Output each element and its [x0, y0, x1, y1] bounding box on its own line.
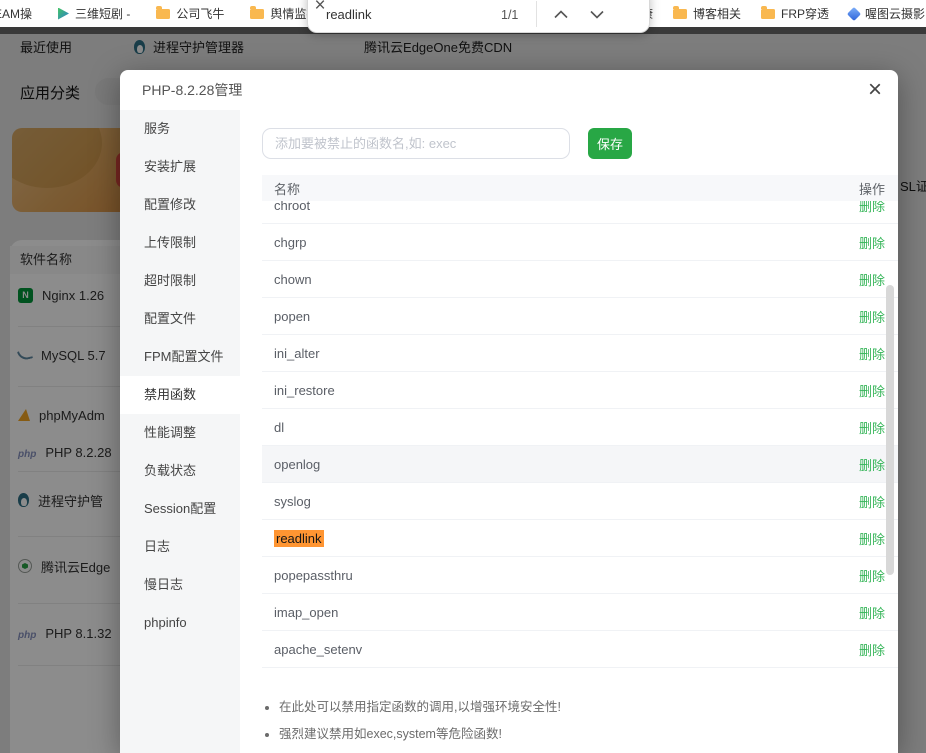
- function-name-input[interactable]: [262, 128, 570, 159]
- bookmark-item[interactable]: EAM操: [0, 5, 32, 22]
- notes-list: 在此处可以禁用指定函数的调用,以增强环境安全性! 强烈建议禁用如exec,sys…: [266, 696, 898, 742]
- delete-link[interactable]: 删除: [859, 492, 885, 511]
- folder-icon: [673, 9, 687, 19]
- sidebar-item[interactable]: 安装扩展: [120, 148, 240, 186]
- function-name: openlog: [274, 457, 320, 472]
- delete-link[interactable]: 删除: [859, 381, 885, 400]
- table-row: chgrp 删除: [262, 224, 898, 261]
- find-next-button[interactable]: [586, 4, 608, 24]
- table-row: dl 删除: [262, 409, 898, 446]
- column-name: 名称: [274, 179, 300, 198]
- function-name: readlink: [274, 530, 324, 547]
- play-icon: [58, 8, 69, 20]
- delete-link[interactable]: 删除: [859, 201, 885, 215]
- bookmark-item[interactable]: FRP穿透: [761, 5, 829, 22]
- table-row: syslog 删除: [262, 483, 898, 520]
- close-icon: ×: [868, 76, 882, 103]
- delete-link[interactable]: 删除: [859, 270, 885, 289]
- chevron-down-icon: [590, 10, 604, 19]
- sidebar-item[interactable]: 超时限制: [120, 262, 240, 300]
- table-row: ini_restore 删除: [262, 372, 898, 409]
- folder-icon: [250, 9, 264, 19]
- function-name: popen: [274, 309, 310, 324]
- column-action: 操作: [859, 179, 885, 198]
- bookmarks-right-group: 康 博客相关 FRP穿透 喔图云摄影: [641, 0, 925, 27]
- dialog-close-button[interactable]: ×: [868, 77, 882, 103]
- delete-link[interactable]: 删除: [859, 640, 885, 659]
- sidebar-item[interactable]: 配置修改: [120, 186, 240, 224]
- folder-icon: [761, 9, 775, 19]
- divider: [536, 1, 537, 27]
- sidebar-item[interactable]: 配置文件: [120, 300, 240, 338]
- delete-link[interactable]: 删除: [859, 603, 885, 622]
- function-list: chroot 删除 chgrp 删除 chown 删除 popen: [262, 201, 898, 668]
- table-row: chown 删除: [262, 261, 898, 298]
- bookmark-item[interactable]: 三维短剧 -: [58, 5, 130, 22]
- function-name: chroot: [274, 201, 310, 213]
- find-query-input[interactable]: readlink: [326, 7, 372, 22]
- diamond-icon: [847, 6, 861, 20]
- table-row: apache_setenv 删除: [262, 631, 898, 668]
- screen: 最近使用 进程守护管理器 腾讯云EdgeOne免费CDN 应用分类: [0, 0, 926, 753]
- php-manager-dialog: PHP-8.2.28管理 × 服务 安装扩展 配置修改 上传限制: [120, 70, 898, 753]
- sidebar-item[interactable]: FPM配置文件: [120, 338, 240, 376]
- table-row: popepassthru 删除: [262, 557, 898, 594]
- delete-link[interactable]: 删除: [859, 418, 885, 437]
- save-button[interactable]: 保存: [588, 128, 632, 159]
- function-name: popepassthru: [274, 568, 353, 583]
- find-previous-button[interactable]: [550, 4, 572, 24]
- folder-icon: [156, 9, 170, 19]
- sidebar-item[interactable]: 禁用函数: [120, 376, 240, 414]
- bookmark-item[interactable]: 博客相关: [673, 5, 741, 22]
- sidebar-item[interactable]: 服务: [120, 110, 240, 148]
- scrollbar-thumb[interactable]: [886, 285, 894, 575]
- delete-link[interactable]: 删除: [859, 529, 885, 548]
- function-name: chgrp: [274, 235, 307, 250]
- function-name: imap_open: [274, 605, 338, 620]
- dialog-header: PHP-8.2.28管理: [120, 70, 898, 110]
- function-name: syslog: [274, 494, 311, 509]
- function-name: ini_restore: [274, 383, 335, 398]
- table-row: readlink 删除: [262, 520, 898, 557]
- function-name: ini_alter: [274, 346, 320, 361]
- disabled-functions-panel: 保存 名称 操作 chroot 删除 chgrp 删除: [240, 110, 898, 753]
- function-name: dl: [274, 420, 284, 435]
- delete-link[interactable]: 删除: [859, 566, 885, 585]
- sidebar-item[interactable]: 日志: [120, 528, 240, 566]
- bookmark-item[interactable]: 公司飞牛: [156, 5, 224, 22]
- bookmark-item[interactable]: 喔图云摄影: [849, 5, 925, 22]
- dialog-sidebar: 服务 安装扩展 配置修改 上传限制 超时限制 配置: [120, 110, 240, 753]
- sidebar-item[interactable]: 上传限制: [120, 224, 240, 262]
- sidebar-item[interactable]: 慢日志: [120, 566, 240, 604]
- delete-link[interactable]: 删除: [859, 233, 885, 252]
- sidebar-item[interactable]: 性能调整: [120, 414, 240, 452]
- find-match-count: 1/1: [501, 8, 518, 22]
- function-name: apache_setenv: [274, 642, 362, 657]
- bookmarks-left-group: EAM操 三维短剧 - 公司飞牛 舆情监控: [0, 0, 318, 27]
- toolbar: 保存: [262, 128, 898, 159]
- sidebar-item[interactable]: 负载状态: [120, 452, 240, 490]
- sidebar-item[interactable]: Session配置: [120, 490, 240, 528]
- table-row: ini_alter 删除: [262, 335, 898, 372]
- delete-link[interactable]: 删除: [859, 344, 885, 363]
- table-row: imap_open 删除: [262, 594, 898, 631]
- dialog-title: PHP-8.2.28管理: [142, 80, 242, 100]
- note-item: 强烈建议禁用如exec,system等危险函数!: [279, 723, 898, 742]
- table-header: 名称 操作: [262, 175, 898, 201]
- note-item: 在此处可以禁用指定函数的调用,以增强环境安全性!: [279, 696, 898, 715]
- delete-link[interactable]: 删除: [859, 455, 885, 474]
- table-row: popen 删除: [262, 298, 898, 335]
- close-icon: ×: [314, 0, 325, 17]
- chevron-up-icon: [554, 10, 568, 19]
- function-name: chown: [274, 272, 312, 287]
- find-bar[interactable]: readlink 1/1 ×: [307, 0, 650, 33]
- delete-link[interactable]: 删除: [859, 307, 885, 326]
- table-row: openlog 删除: [262, 446, 898, 483]
- sidebar-item[interactable]: phpinfo: [120, 604, 240, 642]
- table-row: chroot 删除: [262, 201, 898, 224]
